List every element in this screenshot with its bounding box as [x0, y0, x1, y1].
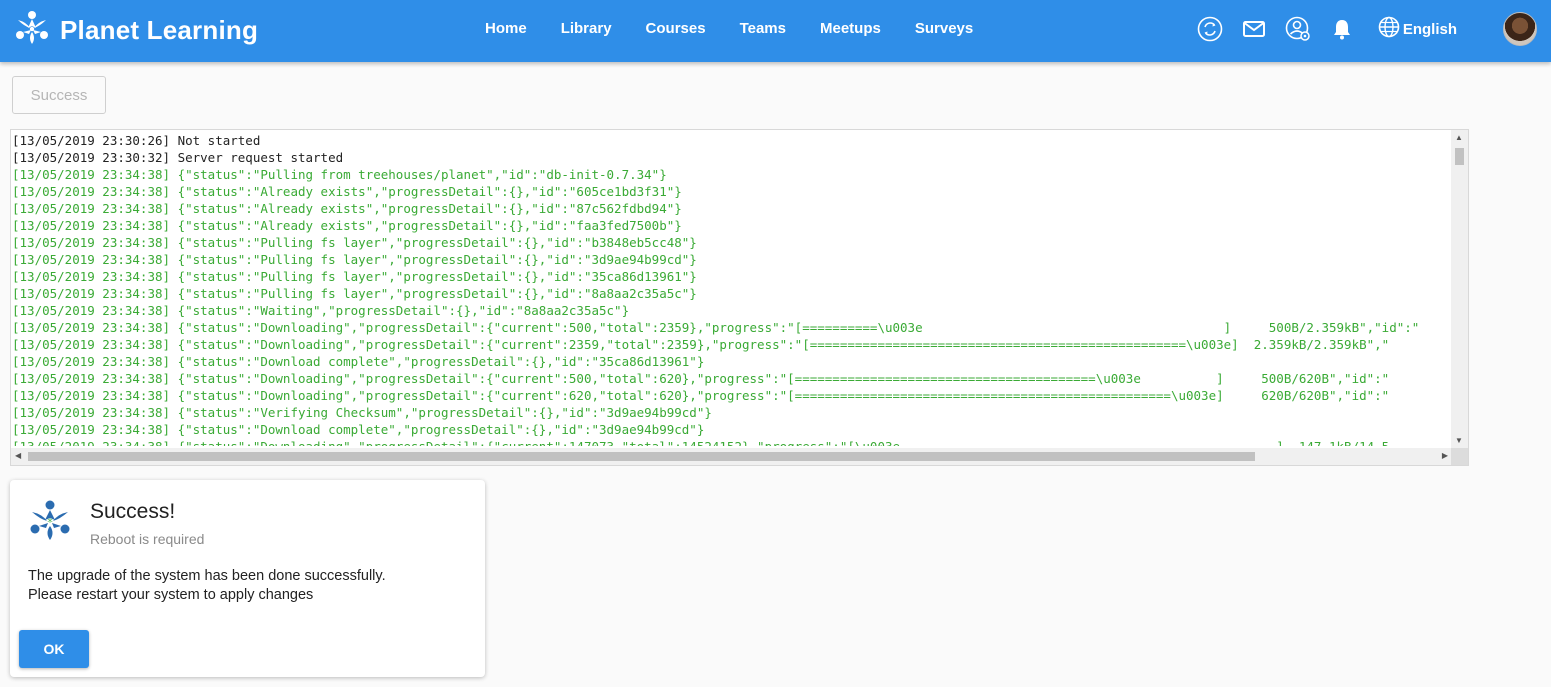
- vertical-scroll-thumb[interactable]: [1455, 148, 1464, 165]
- nav-surveys[interactable]: Surveys: [898, 20, 990, 37]
- log-line: [13/05/2019 23:34:38] {"status":"Pulling…: [12, 269, 697, 284]
- language-selector[interactable]: English: [1378, 16, 1457, 42]
- dialog-message-line: The upgrade of the system has been done …: [28, 568, 386, 584]
- log-line: [13/05/2019 23:34:38] {"status":"Already…: [12, 184, 682, 199]
- scroll-right-icon[interactable]: ▶: [1442, 451, 1448, 460]
- log-line: [13/05/2019 23:34:38] {"status":"Downloa…: [12, 337, 1390, 352]
- globe-icon: [1378, 16, 1403, 42]
- nav-home[interactable]: Home: [468, 20, 544, 37]
- upgrade-log-panel[interactable]: [13/05/2019 23:30:26] Not started [13/05/…: [10, 129, 1469, 466]
- header-actions: English: [1184, 10, 1537, 48]
- top-app-bar: Planet Learning Home Library Courses Tea…: [0, 0, 1551, 62]
- planet-logo-icon: [12, 8, 52, 53]
- brand[interactable]: Planet Learning: [12, 8, 258, 52]
- user-settings-icon[interactable]: [1280, 11, 1316, 47]
- scrollbar-corner: [1451, 448, 1468, 465]
- language-label: English: [1402, 20, 1457, 38]
- horizontal-scroll-thumb[interactable]: [28, 452, 1255, 461]
- bell-icon[interactable]: [1324, 11, 1360, 47]
- app-title: Planet Learning: [60, 14, 259, 45]
- log-line: [13/05/2019 23:34:38] {"status":"Downloa…: [12, 422, 705, 437]
- log-line: [13/05/2019 23:34:38] {"status":"Downloa…: [12, 438, 1452, 446]
- log-line: [13/05/2019 23:34:38] {"status":"Already…: [12, 218, 682, 233]
- avatar[interactable]: [1503, 12, 1537, 46]
- log-line: [13/05/2019 23:34:38] {"status":"Downloa…: [12, 388, 1390, 403]
- success-status-button[interactable]: Success: [12, 76, 106, 114]
- horizontal-scrollbar[interactable]: ◀ ▶: [11, 448, 1452, 465]
- log-line: [13/05/2019 23:34:38] {"status":"Downloa…: [12, 371, 1390, 386]
- nav-courses[interactable]: Courses: [629, 20, 723, 37]
- log-line: [13/05/2019 23:34:38] {"status":"Pulling…: [12, 235, 697, 250]
- log-line: [13/05/2019 23:34:38] {"status":"Verifyi…: [12, 405, 712, 420]
- success-dialog: * Success! Reboot is required The upgrad…: [10, 480, 485, 677]
- nav-meetups[interactable]: Meetups: [803, 20, 898, 37]
- scroll-left-icon[interactable]: ◀: [15, 451, 21, 460]
- scroll-down-icon[interactable]: ▼: [1455, 436, 1463, 445]
- log-line: [13/05/2019 23:34:38] {"status":"Downloa…: [12, 354, 705, 369]
- dialog-message-line: Please restart your system to apply chan…: [28, 587, 314, 603]
- log-line: [13/05/2019 23:34:38] {"status":"Already…: [12, 201, 682, 216]
- dialog-message: The upgrade of the system has been done …: [28, 567, 386, 605]
- log-line: [13/05/2019 23:34:38] {"status":"Pulling…: [12, 286, 697, 301]
- vertical-scrollbar[interactable]: ▲ ▼: [1451, 130, 1468, 448]
- nav-teams[interactable]: Teams: [723, 20, 803, 37]
- ok-button[interactable]: OK: [19, 630, 89, 668]
- scroll-up-icon[interactable]: ▲: [1455, 133, 1463, 142]
- log-line: [13/05/2019 23:30:32] Server request sta…: [12, 150, 344, 165]
- log-line: [13/05/2019 23:34:38] {"status":"Pulling…: [12, 252, 697, 267]
- svg-text:*: *: [47, 516, 53, 529]
- log-lines: [13/05/2019 23:30:26] Not started [13/05/…: [12, 132, 1452, 446]
- main-nav: Home Library Courses Teams Meetups Surve…: [468, 0, 990, 56]
- log-line: [13/05/2019 23:30:26] Not started: [12, 133, 261, 148]
- planet-logo-icon: *: [27, 498, 73, 544]
- mail-icon[interactable]: [1236, 11, 1272, 47]
- dialog-title: Success!: [90, 500, 176, 523]
- nav-library[interactable]: Library: [544, 20, 629, 37]
- log-line: [13/05/2019 23:34:38] {"status":"Waiting…: [12, 303, 630, 318]
- log-line: [13/05/2019 23:34:38] {"status":"Pulling…: [12, 167, 667, 182]
- log-line: [13/05/2019 23:34:38] {"status":"Downloa…: [12, 320, 1420, 335]
- dialog-subtitle: Reboot is required: [90, 531, 205, 547]
- sync-icon[interactable]: [1192, 11, 1228, 47]
